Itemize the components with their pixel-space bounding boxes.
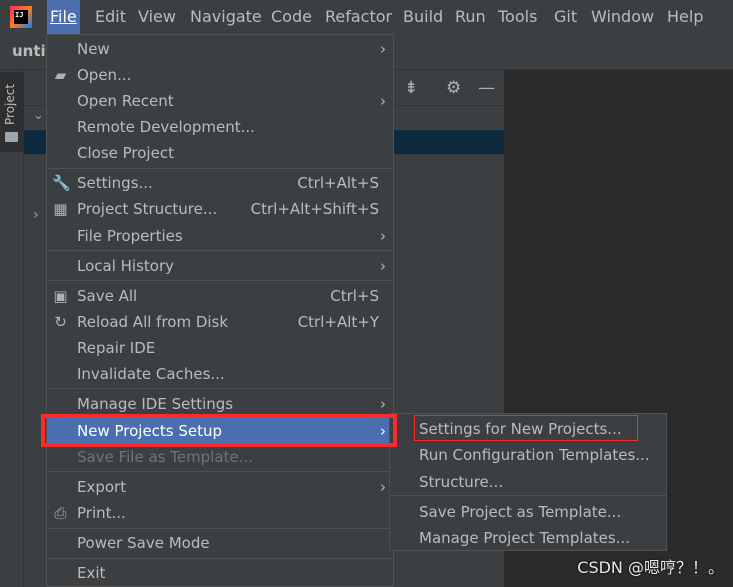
menu-view[interactable]: View bbox=[135, 0, 179, 34]
menu-item-label: New bbox=[77, 40, 110, 58]
annotation-highlight-box-small bbox=[414, 415, 638, 441]
wrench-icon: 🔧 bbox=[52, 174, 71, 192]
menu-item-label: Remote Development... bbox=[77, 118, 255, 136]
menu-navigate[interactable]: Navigate bbox=[187, 0, 265, 34]
menu-build[interactable]: Build bbox=[400, 0, 446, 34]
chevron-right-icon: › bbox=[380, 40, 386, 58]
menu-item-power-save-mode[interactable]: Power Save Mode bbox=[47, 530, 393, 556]
file-menu-dropdown: New › ▰ Open... Open Recent › Remote Dev… bbox=[46, 34, 394, 587]
menu-item-close-project[interactable]: Close Project bbox=[47, 140, 393, 166]
menu-separator bbox=[48, 558, 394, 559]
submenu-item-label: Save Project as Template... bbox=[419, 503, 622, 521]
menu-item-shortcut: Ctrl+S bbox=[330, 287, 379, 305]
menu-item-label: Repair IDE bbox=[77, 339, 156, 357]
menu-code[interactable]: Code bbox=[268, 0, 315, 34]
submenu-item-run-configuration-templates[interactable]: Run Configuration Templates... bbox=[390, 442, 666, 468]
menu-window[interactable]: Window bbox=[588, 0, 657, 34]
collapse-all-icon[interactable]: ⇟ bbox=[404, 78, 418, 98]
menu-item-reload-all[interactable]: ↻ Reload All from Disk Ctrl+Alt+Y bbox=[47, 309, 393, 335]
menu-item-project-structure[interactable]: ▦ Project Structure... Ctrl+Alt+Shift+S bbox=[47, 196, 393, 222]
chevron-right-icon: › bbox=[380, 478, 386, 496]
menu-item-file-properties[interactable]: File Properties › bbox=[47, 223, 393, 249]
menu-item-export[interactable]: Export › bbox=[47, 474, 393, 500]
menu-item-shortcut: Ctrl+Alt+Y bbox=[297, 313, 379, 331]
minimize-icon[interactable]: — bbox=[478, 78, 495, 98]
menu-edit[interactable]: Edit bbox=[92, 0, 129, 34]
menu-item-settings[interactable]: 🔧 Settings... Ctrl+Alt+S bbox=[47, 170, 393, 196]
intellij-logo-icon[interactable]: IJ bbox=[10, 6, 32, 28]
menu-item-label: Open Recent bbox=[77, 92, 174, 110]
project-tool-window-label: Project bbox=[3, 83, 17, 125]
chevron-right-icon: › bbox=[380, 92, 386, 110]
menu-item-label: Power Save Mode bbox=[77, 534, 210, 552]
watermark: CSDN @嗯哼？！。 bbox=[577, 558, 724, 577]
menu-item-label: Reload All from Disk bbox=[77, 313, 229, 331]
menu-separator bbox=[48, 471, 394, 472]
menu-item-open-recent[interactable]: Open Recent › bbox=[47, 88, 393, 114]
menu-item-label: Invalidate Caches... bbox=[77, 365, 225, 383]
gear-icon[interactable]: ⚙ bbox=[446, 78, 461, 98]
menu-item-save-all[interactable]: ▣ Save All Ctrl+S bbox=[47, 283, 393, 309]
submenu-item-label: Run Configuration Templates... bbox=[419, 446, 650, 464]
menu-separator bbox=[391, 495, 667, 496]
menu-item-exit[interactable]: Exit bbox=[47, 560, 393, 586]
folder-open-icon: ▰ bbox=[54, 66, 67, 84]
reload-icon: ↻ bbox=[54, 313, 67, 331]
chevron-right-icon: › bbox=[380, 257, 386, 275]
menu-separator bbox=[48, 168, 394, 169]
menu-item-label: Local History bbox=[77, 257, 175, 275]
annotation-highlight-box bbox=[41, 414, 397, 447]
printer-icon: ⎙ bbox=[54, 504, 67, 522]
menu-run[interactable]: Run bbox=[452, 0, 489, 34]
menu-item-label: Close Project bbox=[77, 144, 174, 162]
menu-separator bbox=[48, 280, 394, 281]
project-structure-icon: ▦ bbox=[53, 200, 68, 218]
menu-separator bbox=[48, 388, 394, 389]
submenu-item-save-project-as-template[interactable]: Save Project as Template... bbox=[390, 499, 666, 525]
submenu-item-manage-project-templates[interactable]: Manage Project Templates... bbox=[390, 525, 666, 551]
menu-item-label: Export bbox=[77, 478, 127, 496]
submenu-item-label: Structure... bbox=[419, 473, 504, 491]
menu-item-shortcut: Ctrl+Alt+Shift+S bbox=[250, 200, 379, 218]
menu-file[interactable]: File bbox=[47, 0, 80, 34]
menu-item-remote-development[interactable]: Remote Development... bbox=[47, 114, 393, 140]
menu-help[interactable]: Help bbox=[664, 0, 706, 34]
menu-separator bbox=[48, 250, 394, 251]
menu-item-label: Settings... bbox=[77, 174, 153, 192]
menu-item-save-file-as-template: Save File as Template... bbox=[47, 444, 393, 470]
menu-separator bbox=[48, 528, 394, 529]
save-icon: ▣ bbox=[53, 287, 68, 305]
menu-item-label: Save All bbox=[77, 287, 138, 305]
menu-item-label: Save File as Template... bbox=[77, 448, 253, 466]
menu-item-label: Open... bbox=[77, 66, 132, 84]
menu-item-print[interactable]: ⎙ Print... bbox=[47, 500, 393, 526]
menu-bar: IJ File Edit View Navigate Code Refactor… bbox=[0, 0, 733, 34]
menu-item-local-history[interactable]: Local History › bbox=[47, 253, 393, 279]
menu-refactor[interactable]: Refactor bbox=[322, 0, 395, 34]
menu-tools[interactable]: Tools bbox=[495, 0, 540, 34]
menu-item-repair-ide[interactable]: Repair IDE bbox=[47, 335, 393, 361]
chevron-right-icon[interactable]: › bbox=[33, 207, 39, 223]
submenu-item-structure[interactable]: Structure... bbox=[390, 469, 666, 495]
chevron-right-icon: › bbox=[380, 227, 386, 245]
chevron-down-icon[interactable]: ⌄ bbox=[33, 108, 44, 123]
menu-item-shortcut: Ctrl+Alt+S bbox=[297, 174, 379, 192]
folder-icon bbox=[5, 132, 18, 142]
menu-item-label: Project Structure... bbox=[77, 200, 218, 218]
menu-item-open[interactable]: ▰ Open... bbox=[47, 62, 393, 88]
menu-git[interactable]: Git bbox=[551, 0, 580, 34]
menu-item-label: Print... bbox=[77, 504, 126, 522]
menu-item-new[interactable]: New › bbox=[47, 36, 393, 62]
logo-text: IJ bbox=[14, 10, 28, 24]
menu-item-invalidate-caches[interactable]: Invalidate Caches... bbox=[47, 361, 393, 387]
menu-item-label: Exit bbox=[77, 564, 106, 582]
submenu-item-label: Manage Project Templates... bbox=[419, 529, 631, 547]
menu-item-label: File Properties bbox=[77, 227, 183, 245]
